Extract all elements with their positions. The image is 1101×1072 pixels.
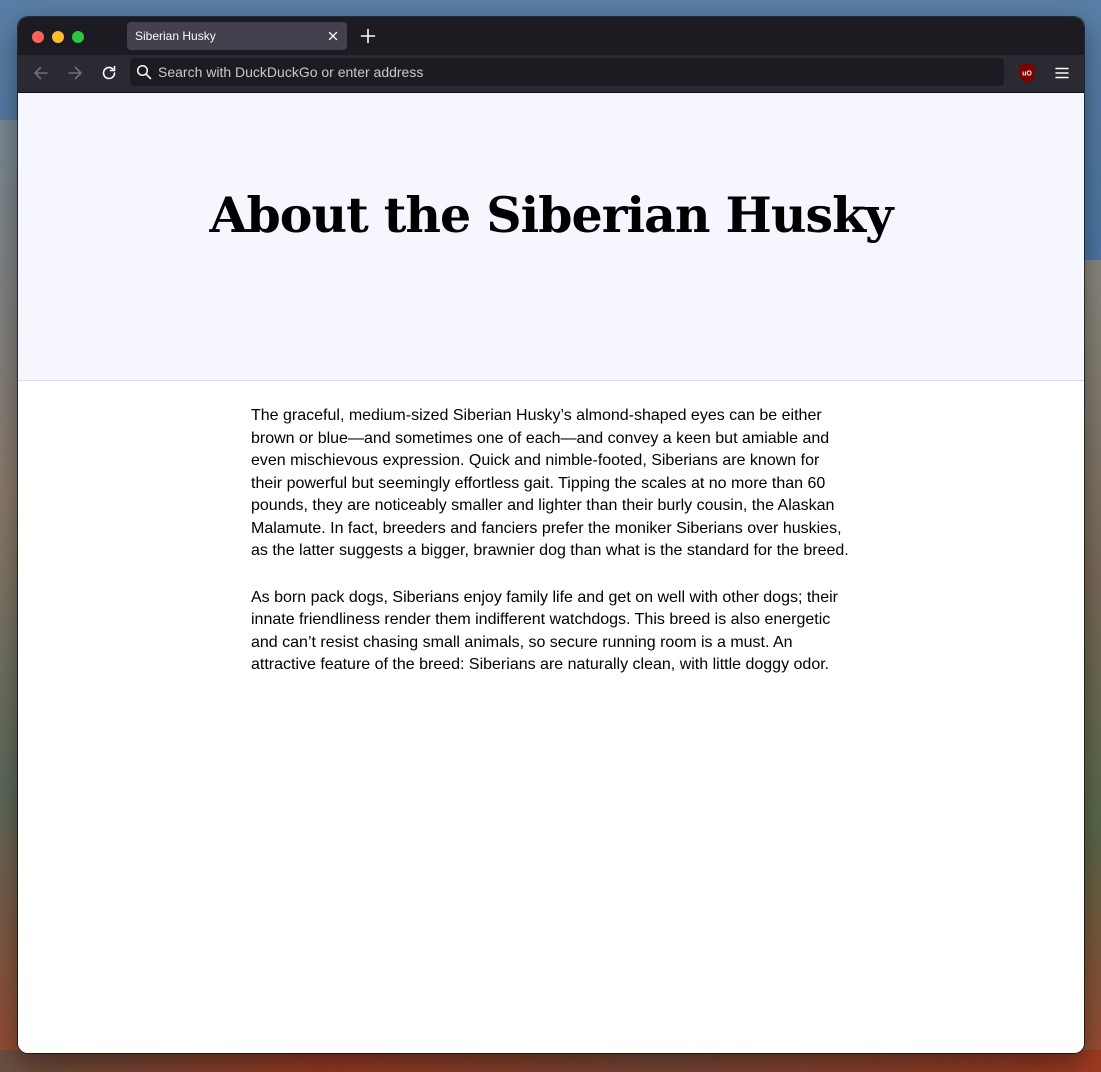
address-input[interactable] — [158, 58, 988, 86]
search-icon — [136, 64, 152, 80]
tab-siberian-husky[interactable]: Siberian Husky — [127, 22, 347, 50]
desktop-wallpaper-right — [1081, 260, 1101, 1072]
extension-badge: uO — [1022, 71, 1032, 78]
arrow-right-icon[interactable] — [65, 63, 85, 83]
tab-title: Siberian Husky — [135, 29, 216, 43]
hero-banner: About the Siberian Husky — [18, 93, 1084, 381]
page-content: About the Siberian Husky The graceful, m… — [18, 93, 1084, 1053]
navigation-toolbar: uO — [18, 55, 1084, 93]
address-bar[interactable] — [130, 58, 1004, 86]
ublock-origin-icon[interactable]: uO — [1017, 62, 1037, 84]
window-maximize-button[interactable] — [72, 31, 84, 43]
reload-icon[interactable] — [99, 63, 119, 83]
desktop-wallpaper-bottom — [0, 1050, 1101, 1072]
close-icon[interactable] — [325, 28, 341, 44]
article-body: The graceful, medium-sized Siberian Husk… — [251, 405, 853, 701]
page-title: About the Siberian Husky — [209, 186, 893, 244]
hamburger-menu-icon[interactable] — [1052, 63, 1072, 83]
browser-window: Siberian Husky uO — [18, 17, 1084, 1053]
paragraph-appearance: The graceful, medium-sized Siberian Husk… — [251, 407, 849, 559]
window-minimize-button[interactable] — [52, 31, 64, 43]
plus-icon[interactable] — [358, 26, 378, 46]
paragraph-temperament: As born pack dogs, Siberians enjoy famil… — [251, 588, 838, 674]
title-bar: Siberian Husky — [18, 17, 1084, 55]
window-close-button[interactable] — [32, 31, 44, 43]
arrow-left-icon[interactable] — [31, 63, 51, 83]
